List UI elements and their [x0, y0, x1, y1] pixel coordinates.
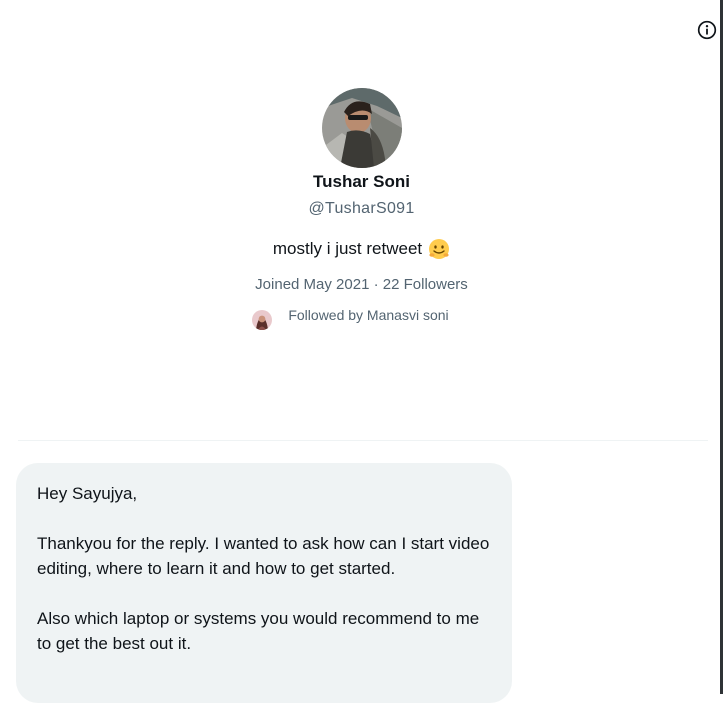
followed-by[interactable]: Followed by Manasvi soni	[252, 305, 449, 330]
profile-header: Tushar Soni @TusharS091 mostly i just re…	[0, 88, 723, 330]
divider	[18, 440, 708, 441]
avatar[interactable]	[321, 88, 402, 168]
message-bubble[interactable]: Hey Sayujya, Thankyou for the reply. I w…	[16, 463, 512, 703]
profile-meta: Joined May 2021 · 22 Followers	[0, 276, 723, 293]
profile-bio-text: mostly i just retweet	[272, 239, 423, 258]
smiling-face-emoji-icon	[428, 238, 450, 260]
followed-by-text: Followed by Manasvi soni	[288, 307, 449, 323]
message-paragraph-1: Thankyou for the reply. I wanted to ask …	[37, 534, 490, 578]
info-icon[interactable]	[697, 20, 717, 40]
followers-count[interactable]: 22 Followers	[383, 276, 468, 293]
meta-separator: ·	[369, 276, 383, 293]
profile-bio: mostly i just retweet	[273, 238, 450, 260]
follower-avatar	[252, 310, 273, 330]
profile-handle[interactable]: @TusharS091	[0, 200, 723, 218]
profile-name[interactable]: Tushar Soni	[0, 172, 723, 192]
message-paragraph-2: Also which laptop or systems you would r…	[37, 609, 480, 653]
message-greeting: Hey Sayujya,	[37, 484, 138, 503]
joined-date: Joined May 2021	[255, 276, 370, 293]
